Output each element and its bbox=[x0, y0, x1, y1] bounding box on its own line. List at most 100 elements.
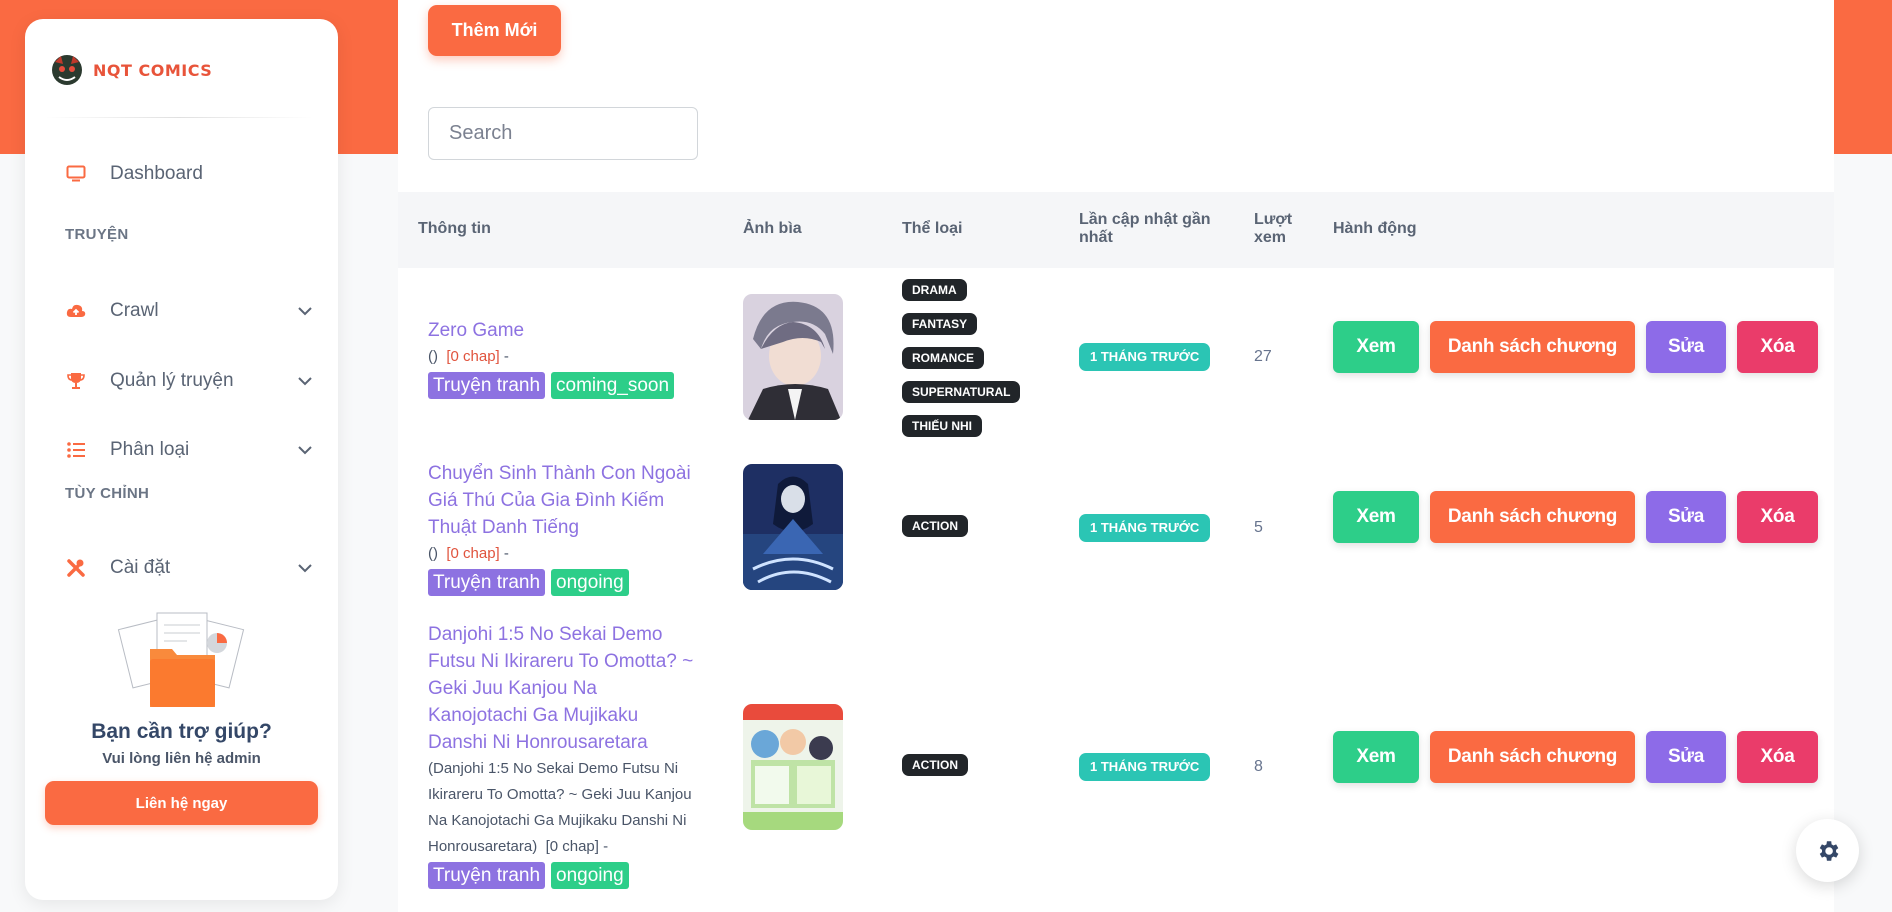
search-input[interactable] bbox=[428, 107, 698, 160]
status-badge: coming_soon bbox=[551, 372, 675, 399]
help-subtitle: Vui lòng liên hệ admin bbox=[102, 750, 261, 767]
type-badge: Truyện tranh bbox=[428, 372, 546, 399]
view-count: 27 bbox=[1254, 348, 1272, 365]
cover-image bbox=[743, 464, 843, 590]
genre-badge: ACTION bbox=[902, 754, 968, 776]
sidebar-item-quan-ly-truyen[interactable]: Quản lý truyện bbox=[65, 361, 313, 401]
comic-meta: (Danjohi 1:5 No Sekai Demo Futsu Ni Ikir… bbox=[428, 756, 698, 860]
genre-list: DRAMA FANTASY ROMANCE SUPERNATURAL THIẾU… bbox=[902, 279, 1021, 449]
settings-fab[interactable] bbox=[1796, 819, 1859, 882]
sidebar-item-label: Quản lý truyện bbox=[110, 370, 234, 391]
chevron-down-icon bbox=[298, 446, 312, 455]
column-header-views: Lượt xem bbox=[1254, 211, 1293, 246]
sidebar-item-label: Dashboard bbox=[110, 163, 203, 184]
sidebar-item-phan-loai[interactable]: Phân loại bbox=[65, 430, 313, 470]
chapter-count: [0 chap] bbox=[446, 348, 500, 365]
row-actions: Xem Danh sách chương Sửa Xóa bbox=[1333, 731, 1818, 783]
chevron-down-icon bbox=[298, 377, 312, 386]
updated-badge: 1 THÁNG TRƯỚC bbox=[1079, 753, 1211, 781]
cloud-upload-icon bbox=[65, 300, 87, 322]
updated-badge: 1 THÁNG TRƯỚC bbox=[1079, 343, 1211, 371]
comic-title-link[interactable]: Danjohi 1:5 No Sekai Demo Futsu Ni Ikira… bbox=[428, 621, 698, 756]
brand[interactable]: NQT COMICS bbox=[49, 51, 212, 89]
delete-button[interactable]: Xóa bbox=[1737, 731, 1818, 783]
column-header-genre: Thể loại bbox=[902, 220, 963, 237]
sidebar-item-dashboard[interactable]: Dashboard bbox=[65, 154, 313, 194]
comic-title-link[interactable]: Chuyển Sinh Thành Con Ngoài Giá Thú Của … bbox=[428, 460, 698, 541]
meta-dash: - bbox=[503, 545, 509, 562]
help-title: Bạn cần trợ giúp? bbox=[91, 720, 272, 743]
table-header: Thông tin Ảnh bìa Thể loại Lần cập nhật … bbox=[398, 192, 1834, 268]
comic-meta: () [0 chap] - bbox=[428, 541, 698, 567]
chapter-count: [0 chap] bbox=[545, 838, 599, 855]
genre-badge: ACTION bbox=[902, 515, 968, 537]
table-row: Zero Game () [0 chap] - Truyện tranh comi… bbox=[398, 268, 1834, 448]
chevron-down-icon bbox=[298, 307, 312, 316]
sidebar-divider bbox=[45, 117, 313, 118]
genre-badge: FANTASY bbox=[902, 313, 978, 335]
row-actions: Xem Danh sách chương Sửa Xóa bbox=[1333, 491, 1818, 543]
delete-button[interactable]: Xóa bbox=[1737, 491, 1818, 543]
list-icon bbox=[65, 439, 87, 461]
column-header-actions: Hành động bbox=[1333, 220, 1417, 237]
updated-badge: 1 THÁNG TRƯỚC bbox=[1079, 514, 1211, 542]
sidebar-item-cai-dat[interactable]: Cài đặt bbox=[65, 548, 313, 588]
meta-dash: - bbox=[603, 838, 609, 855]
genre-list: ACTION bbox=[902, 515, 968, 549]
type-badge: Truyện tranh bbox=[428, 569, 546, 596]
view-button[interactable]: Xem bbox=[1333, 491, 1419, 543]
comic-meta: () [0 chap] - bbox=[428, 344, 698, 370]
genre-badge: ROMANCE bbox=[902, 347, 984, 369]
chapter-list-button[interactable]: Danh sách chương bbox=[1430, 491, 1635, 543]
sidebar-item-label: Crawl bbox=[110, 300, 159, 321]
chapter-count: [0 chap] bbox=[446, 545, 500, 562]
main-card: Thêm Mới Thông tin Ảnh bìa Thể loại Lần … bbox=[398, 0, 1834, 912]
folder-illustration-icon bbox=[117, 612, 244, 707]
column-header-info: Thông tin bbox=[418, 220, 491, 237]
cover-image bbox=[743, 294, 843, 420]
help-card: Bạn cần trợ giúp? Vui lòng liên hệ admin bbox=[25, 611, 338, 767]
comic-alt-name: () bbox=[428, 348, 438, 365]
add-new-button[interactable]: Thêm Mới bbox=[428, 5, 561, 56]
contact-now-button[interactable]: Liên hệ ngay bbox=[45, 781, 318, 825]
monitor-icon bbox=[65, 163, 87, 185]
cover-image bbox=[743, 704, 843, 830]
edit-button[interactable]: Sửa bbox=[1646, 321, 1726, 373]
genre-badge: DRAMA bbox=[902, 279, 967, 301]
brand-name: NQT COMICS bbox=[93, 60, 213, 80]
edit-button[interactable]: Sửa bbox=[1646, 731, 1726, 783]
meta-dash: - bbox=[503, 348, 509, 365]
sidebar-item-label: Cài đặt bbox=[110, 557, 171, 578]
edit-button[interactable]: Sửa bbox=[1646, 491, 1726, 543]
genre-badge: SUPERNATURAL bbox=[902, 381, 1021, 403]
column-header-updated: Lần cập nhật gần nhất bbox=[1079, 211, 1211, 246]
chapter-list-button[interactable]: Danh sách chương bbox=[1430, 731, 1635, 783]
comic-title-link[interactable]: Zero Game bbox=[428, 317, 698, 344]
row-actions: Xem Danh sách chương Sửa Xóa bbox=[1333, 321, 1818, 373]
genre-list: ACTION bbox=[902, 754, 968, 788]
gear-icon bbox=[1819, 840, 1838, 861]
comic-alt-name: () bbox=[428, 545, 438, 562]
sidebar-item-label: Phân loại bbox=[110, 439, 190, 460]
view-count: 8 bbox=[1254, 758, 1263, 775]
trophy-icon bbox=[65, 370, 87, 392]
view-button[interactable]: Xem bbox=[1333, 321, 1419, 373]
table-row: Chuyển Sinh Thành Con Ngoài Giá Thú Của … bbox=[398, 448, 1834, 618]
chapter-list-button[interactable]: Danh sách chương bbox=[1430, 321, 1635, 373]
comic-tags: Truyện tranh coming_soon bbox=[428, 372, 698, 399]
comic-info: Danjohi 1:5 No Sekai Demo Futsu Ni Ikira… bbox=[428, 621, 698, 889]
comic-tags: Truyện tranh ongoing bbox=[428, 569, 698, 596]
sidebar-section-tuy-chinh: TÙY CHỈNH bbox=[65, 485, 150, 502]
delete-button[interactable]: Xóa bbox=[1737, 321, 1818, 373]
sidebar-item-crawl[interactable]: Crawl bbox=[65, 291, 313, 331]
comic-tags: Truyện tranh ongoing bbox=[428, 862, 698, 889]
view-button[interactable]: Xem bbox=[1333, 731, 1419, 783]
view-count: 5 bbox=[1254, 519, 1263, 536]
status-badge: ongoing bbox=[551, 569, 629, 596]
sidebar-section-truyen: TRUYỆN bbox=[65, 226, 129, 243]
chevron-down-icon bbox=[298, 564, 312, 573]
status-badge: ongoing bbox=[551, 862, 629, 889]
tools-icon bbox=[65, 557, 87, 579]
column-header-cover: Ảnh bìa bbox=[743, 220, 802, 237]
comic-info: Chuyển Sinh Thành Con Ngoài Giá Thú Của … bbox=[428, 460, 698, 596]
